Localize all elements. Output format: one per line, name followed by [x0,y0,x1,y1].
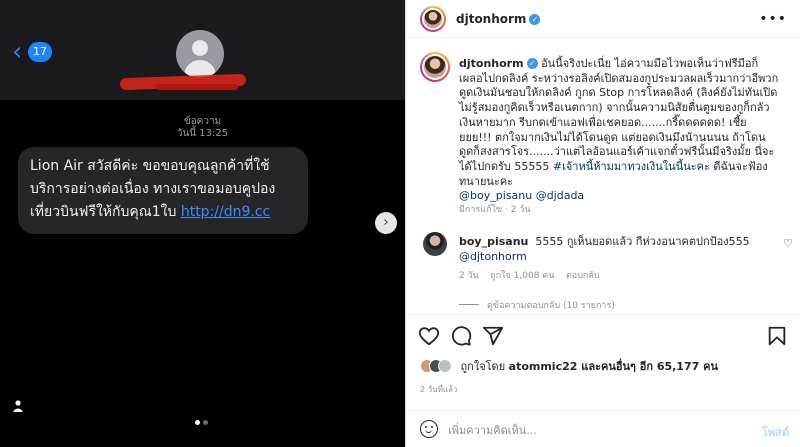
comment: boy_pisanu 5555 กูเห็นยอดแล้ว กีห่วงอนาค… [459,234,769,264]
person-icon[interactable] [13,400,23,412]
next-arrow-icon[interactable]: › [375,212,397,234]
mention-link[interactable]: @boy_pisanu [459,189,532,202]
comment-composer: โพสต์ [406,410,800,447]
comment-input[interactable] [448,421,728,439]
replies-line [459,304,479,305]
post-time-ago[interactable]: 2 วันที่แล้ว [420,383,457,396]
comment-meta: 2 วัน ถูกใจ 1,008 คน ตอบกลับ [459,268,600,282]
back-chevron-icon: ‹ [12,37,23,67]
redacted-sender-stroke [156,84,238,90]
liked-by-user[interactable]: atommic22 [509,360,578,373]
view-replies-button[interactable]: ดูข้อความตอบกลับ (10 รายการ) [459,298,615,312]
caption-text: อันนี้จริงปะเนี่ย ไอ่ความมือไวพอเห็นว่าฟ… [459,57,779,173]
verified-icon: ✓ [529,14,541,25]
sms-bubble: Lion Air สวัสดีค่ะ ขอขอบคุณลูกค้าที่ใช้บ… [18,147,308,234]
avatar-photo [424,56,446,78]
carousel-dots [195,410,215,425]
caption-username[interactable]: djtonhorm [459,57,524,70]
bookmark-icon[interactable] [766,325,788,347]
likes-row: ถูกใจโดย atommic22 และคนอื่นๆ อีก 65,177… [420,357,718,375]
caption-meta: มีการแก้ไข · 2 วัน [459,205,531,215]
share-icon[interactable] [482,325,504,347]
post-sidebar: djtonhorm ✓ ••• djtonhorm ✓ อันนี้จริงปะเน… [405,0,800,447]
comment-mention[interactable]: @djtonhorm [459,250,527,263]
message-timestamp: วันนี้ 13:25 [176,128,229,139]
sms-header: ‹ 17 [0,0,405,100]
contact-avatar-icon [176,30,224,78]
carousel-dot-active [195,420,200,425]
avatar-head [192,40,208,56]
liked-by-text[interactable]: ถูกใจโดย atommic22 และคนอื่นๆ อีก 65,177… [461,357,718,375]
liker-avatar [438,359,452,373]
comment-icon[interactable] [450,325,472,347]
commenter-username[interactable]: boy_pisanu [459,235,528,248]
author-avatar[interactable] [420,6,446,32]
post-comment-button[interactable]: โพสต์ [762,423,789,441]
liked-by-count[interactable]: และคนอื่นๆ อีก 65,177 คน [577,360,718,373]
heart-icon[interactable] [418,325,440,347]
mention-link[interactable]: @djdada [536,189,585,202]
post-header: djtonhorm ✓ ••• [406,0,800,38]
comment-age: 2 วัน [459,271,479,281]
unread-badge: 17 [28,42,52,62]
author-name: djtonhorm [456,12,527,26]
comment-text: 5555 กูเห็นยอดแล้ว กีห่วงอนาคตปกป้อง555 [535,235,750,248]
hashtag-link[interactable]: #เจ้าหนี้ห้ามมาทวงเงินในนี้นะคะ [553,160,710,173]
commenter-avatar[interactable] [423,232,447,256]
liked-by-prefix: ถูกใจโดย [460,360,509,373]
verified-icon: ✓ [526,58,538,69]
emoji-mouth [425,429,432,433]
sms-link[interactable]: http://dn9.cc [181,204,270,220]
comment-likes[interactable]: ถูกใจ 1,008 คน [490,271,554,281]
reply-button[interactable]: ตอบกลับ [566,271,600,281]
post-caption: djtonhorm ✓ อันนี้จริงปะเนี่ย ไอ่ความมือไ… [459,57,779,204]
view-replies-label: ดูข้อความตอบกลับ (10 รายการ) [487,301,615,311]
emoji-icon[interactable] [420,420,438,438]
carousel-dot [203,420,208,425]
instagram-post-view: ‹ 17 ข้อความ วันนี้ 13:25 Lion Air สวัสด… [0,0,800,447]
avatar-photo [424,10,442,28]
post-media: ‹ 17 ข้อความ วันนี้ 13:25 Lion Air สวัสด… [0,0,405,447]
caption-avatar[interactable] [420,52,450,82]
comment-heart-icon[interactable]: ♡ [783,237,793,250]
author-username[interactable]: djtonhorm ✓ [456,12,541,26]
action-bar [406,314,800,354]
more-icon[interactable]: ••• [759,11,787,27]
